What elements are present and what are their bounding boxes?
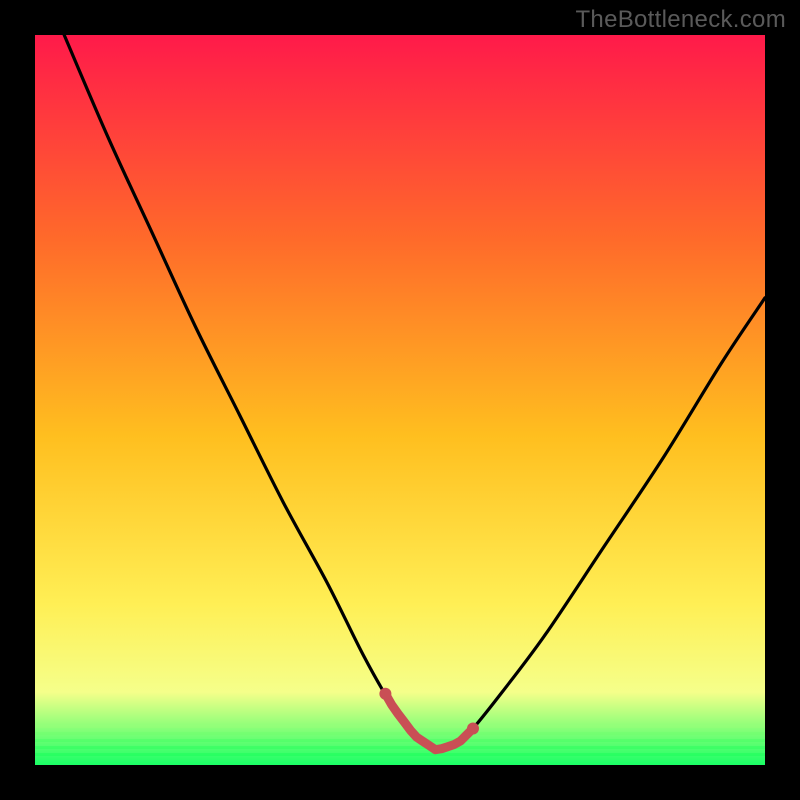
optimal-match-dot-right [467,723,479,735]
chart-frame: TheBottleneck.com [0,0,800,800]
gradient-background [35,35,765,765]
gradient-plot-area [35,35,765,765]
plot-svg [35,35,765,765]
optimal-match-dot-left [379,688,391,700]
watermark-text: TheBottleneck.com [575,6,786,34]
